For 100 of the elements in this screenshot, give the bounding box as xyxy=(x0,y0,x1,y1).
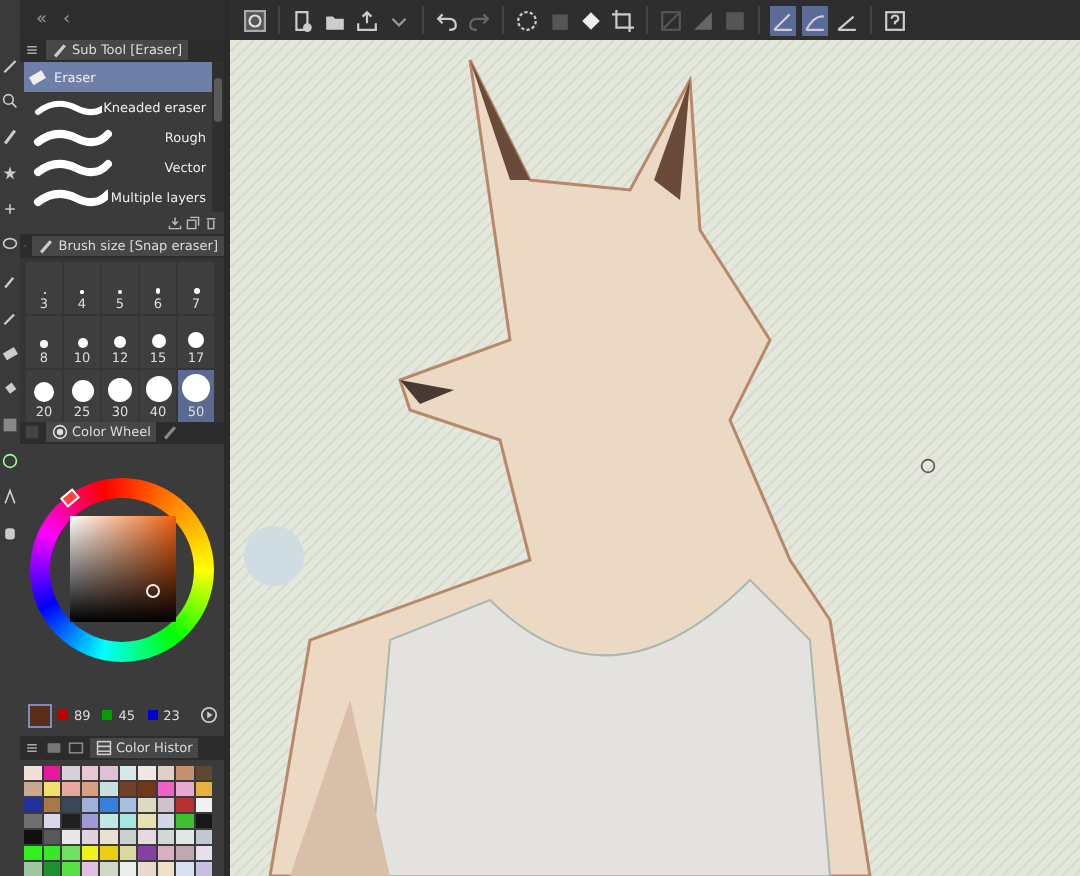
color-swatch[interactable] xyxy=(195,766,212,780)
lasso-icon[interactable] xyxy=(2,236,18,254)
download-icon[interactable] xyxy=(168,216,182,231)
color-swatch[interactable] xyxy=(81,766,98,780)
crop-icon[interactable] xyxy=(612,9,634,31)
color-swatch[interactable] xyxy=(62,862,79,876)
color-swatch[interactable] xyxy=(138,830,155,844)
color-swatch[interactable] xyxy=(195,862,212,876)
color-swatch[interactable] xyxy=(157,862,174,876)
selection-icon[interactable] xyxy=(516,9,538,31)
undo-icon[interactable] xyxy=(436,9,458,31)
color-swatch[interactable] xyxy=(119,830,136,844)
color-swatch[interactable] xyxy=(24,766,41,780)
circle-icon[interactable] xyxy=(2,452,18,470)
color-swatch[interactable] xyxy=(176,782,193,796)
color-swatch[interactable] xyxy=(43,862,60,876)
new-file-icon[interactable] xyxy=(292,9,314,31)
brush-icon[interactable] xyxy=(162,424,179,441)
scrollbar-thumb[interactable] xyxy=(214,78,222,123)
color-swatch[interactable] xyxy=(62,798,79,812)
color-swatch[interactable] xyxy=(157,798,174,812)
color-swatch[interactable] xyxy=(119,782,136,796)
nav-button[interactable]: « xyxy=(36,9,48,30)
color-handle[interactable] xyxy=(145,584,159,599)
color-swatch[interactable] xyxy=(62,846,79,860)
color-swatch[interactable] xyxy=(43,814,60,828)
color-swatch[interactable] xyxy=(138,846,155,860)
color-swatch[interactable] xyxy=(119,798,136,812)
play-icon[interactable] xyxy=(200,706,218,725)
redo-icon[interactable] xyxy=(468,9,490,31)
fill-icon[interactable] xyxy=(580,9,602,31)
color-swatch[interactable] xyxy=(195,830,212,844)
color-swatch[interactable] xyxy=(119,766,136,780)
color-swatch[interactable] xyxy=(62,814,79,828)
color-swatch[interactable] xyxy=(43,766,60,780)
color-swatch[interactable] xyxy=(195,846,212,860)
color-swatch[interactable] xyxy=(100,798,117,812)
saturation-square[interactable] xyxy=(69,516,175,623)
export-icon[interactable] xyxy=(356,9,378,31)
color-swatch[interactable] xyxy=(81,846,98,860)
color-swatch[interactable] xyxy=(62,782,79,796)
color-swatch[interactable] xyxy=(62,830,79,844)
color-swatch[interactable] xyxy=(157,830,174,844)
color-swatch[interactable] xyxy=(138,766,155,780)
color-swatch[interactable] xyxy=(81,830,98,844)
eyedropper-icon[interactable] xyxy=(2,272,18,290)
color-swatch[interactable] xyxy=(81,782,98,796)
color-swatch[interactable] xyxy=(157,846,174,860)
color-swatch[interactable] xyxy=(62,766,79,780)
copy-icon[interactable] xyxy=(186,216,200,231)
color-swatch[interactable] xyxy=(81,814,98,828)
color-swatch[interactable] xyxy=(176,846,193,860)
color-swatch[interactable] xyxy=(138,814,155,828)
color-swatch[interactable] xyxy=(138,798,155,812)
help-icon[interactable] xyxy=(884,9,906,31)
color-swatch[interactable] xyxy=(100,782,117,796)
color-swatch[interactable] xyxy=(176,766,193,780)
star-icon[interactable] xyxy=(2,164,18,182)
color-swatch[interactable] xyxy=(81,862,98,876)
plus-icon[interactable] xyxy=(2,200,18,218)
search-icon[interactable] xyxy=(2,92,18,110)
color-swatch[interactable] xyxy=(24,830,41,844)
app-icon[interactable] xyxy=(244,9,266,31)
color-swatch[interactable] xyxy=(157,814,174,828)
color-swatch[interactable] xyxy=(24,862,41,876)
color-swatch[interactable] xyxy=(100,830,117,844)
color-swatch[interactable] xyxy=(24,846,41,860)
color-swatch[interactable] xyxy=(119,814,136,828)
brush-icon[interactable] xyxy=(2,128,18,146)
color-swatch[interactable] xyxy=(43,830,60,844)
color-swatch[interactable] xyxy=(24,798,41,812)
color-swatch[interactable] xyxy=(195,782,212,796)
color-swatch[interactable] xyxy=(43,782,60,796)
color-swatch[interactable] xyxy=(119,846,136,860)
color-swatch[interactable] xyxy=(138,782,155,796)
color-swatch[interactable] xyxy=(176,862,193,876)
color-swatch[interactable] xyxy=(157,766,174,780)
nav-button[interactable]: ‹ xyxy=(63,9,71,30)
trash-icon[interactable] xyxy=(204,216,218,231)
color-swatch[interactable] xyxy=(100,814,117,828)
color-swatch[interactable] xyxy=(43,798,60,812)
color-swatch[interactable] xyxy=(176,830,193,844)
color-swatch[interactable] xyxy=(176,798,193,812)
color-swatch[interactable] xyxy=(157,782,174,796)
color-swatch[interactable] xyxy=(195,814,212,828)
color-swatch[interactable] xyxy=(100,766,117,780)
color-swatch[interactable] xyxy=(24,782,41,796)
shape-icon[interactable] xyxy=(692,9,714,31)
color-swatch[interactable] xyxy=(81,798,98,812)
color-swatch[interactable] xyxy=(100,846,117,860)
color-swatch[interactable] xyxy=(119,862,136,876)
stroke-preview-icon xyxy=(32,184,112,211)
color-swatch[interactable] xyxy=(43,846,60,860)
current-color-swatch[interactable] xyxy=(28,703,52,728)
hue-handle[interactable] xyxy=(60,487,80,507)
color-swatch[interactable] xyxy=(24,814,41,828)
color-swatch[interactable] xyxy=(138,862,155,876)
color-swatch[interactable] xyxy=(100,862,117,876)
color-swatch[interactable] xyxy=(195,798,212,812)
color-swatch[interactable] xyxy=(176,814,193,828)
